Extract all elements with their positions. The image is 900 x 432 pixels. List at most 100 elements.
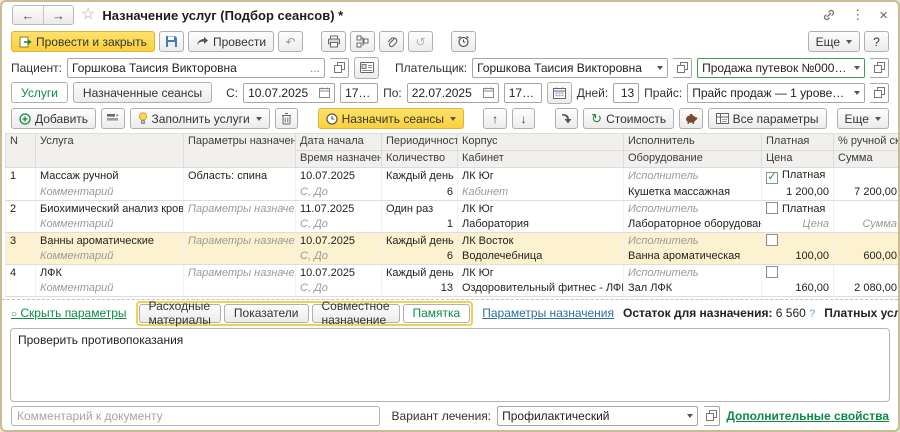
cell-corpus[interactable]: ЛК Юг: [458, 265, 624, 281]
cell-params[interactable]: Параметры назначения: [184, 233, 296, 249]
cell-paid[interactable]: [762, 233, 834, 249]
payer-input[interactable]: Горшкова Таисия Викторовна: [472, 58, 668, 78]
variant-open-button[interactable]: [704, 406, 721, 426]
delete-row-button[interactable]: [275, 108, 299, 129]
paid-checkbox[interactable]: [766, 202, 778, 214]
remainder-help-icon[interactable]: ?: [809, 308, 815, 320]
toolbar-more-button[interactable]: Еще: [808, 31, 860, 52]
cell-n[interactable]: 1: [6, 168, 36, 185]
post-button[interactable]: Провести: [188, 31, 274, 52]
assignment-params-link[interactable]: Параметры назначения: [482, 306, 614, 320]
cell-corpus[interactable]: ЛК Юг: [458, 168, 624, 185]
paid-checkbox[interactable]: [766, 234, 778, 246]
cell-params[interactable]: Параметры назначения: [184, 265, 296, 281]
cell-paid[interactable]: [762, 265, 834, 281]
col-header-executor[interactable]: Исполнитель: [624, 134, 762, 151]
post-and-close-button[interactable]: Провести и закрыть: [11, 31, 155, 52]
choose-ellipsis-icon[interactable]: ...: [310, 61, 320, 75]
cell-period[interactable]: Каждый день: [382, 233, 458, 249]
cell-executor[interactable]: Исполнитель: [624, 265, 762, 281]
history-button[interactable]: ↺: [408, 31, 433, 52]
cell-discount[interactable]: [834, 233, 900, 249]
copy-row-button[interactable]: [101, 108, 125, 129]
cell-comment[interactable]: Комментарий: [36, 249, 184, 265]
sale-doc-open-button[interactable]: [870, 58, 889, 78]
cell-time[interactable]: С, До: [296, 281, 382, 297]
menu-kebab-button[interactable]: ⋮: [851, 7, 864, 23]
payer-open-button[interactable]: [673, 58, 692, 78]
col-header-cabinet[interactable]: Кабинет: [458, 151, 624, 168]
cell-sum[interactable]: 600,00: [834, 249, 900, 265]
undo-button[interactable]: ↶: [278, 31, 303, 52]
price-list-input[interactable]: Прайс продаж — 1 уровень (RUB): [687, 83, 865, 103]
document-comment-input[interactable]: [11, 406, 380, 426]
cell-price[interactable]: 100,00: [762, 249, 834, 265]
help-button[interactable]: ?: [864, 31, 889, 52]
col-header-params[interactable]: Параметры назначения: [184, 134, 296, 168]
cell-equipment[interactable]: Лабораторное оборудование: [624, 217, 762, 233]
cell-params[interactable]: Область: спина: [184, 168, 296, 185]
col-header-corpus[interactable]: Корпус: [458, 134, 624, 151]
patient-open-button[interactable]: [330, 58, 349, 78]
treatment-variant-input[interactable]: Профилактический: [497, 406, 698, 426]
cell-cabinet[interactable]: Водолечебница: [458, 249, 624, 265]
cell-service[interactable]: Биохимический анализ крови: [36, 201, 184, 217]
save-button[interactable]: [159, 31, 184, 52]
cell-time[interactable]: С, До: [296, 185, 382, 201]
date-from-input[interactable]: 10.07.2025: [243, 83, 335, 103]
cell-cabinet[interactable]: Оздоровительный фитнес - ЛФК: [458, 281, 624, 297]
period-picker-button[interactable]: [547, 82, 572, 104]
cell-n[interactable]: 3: [6, 233, 36, 249]
cell-date[interactable]: 10.07.2025: [296, 233, 382, 249]
price-open-button[interactable]: [870, 83, 889, 103]
patient-input[interactable]: Горшкова Таисия Викторовна ...: [67, 58, 325, 78]
move-down-button[interactable]: ↓: [512, 108, 536, 129]
reminder-button[interactable]: [451, 31, 476, 52]
import-button[interactable]: [555, 108, 579, 129]
fill-services-button[interactable]: Заполнить услуги: [130, 108, 270, 129]
cell-equipment[interactable]: Зал ЛФК: [624, 281, 762, 297]
col-header-sum[interactable]: Сумма: [834, 151, 900, 168]
tab-assigned-sessions[interactable]: Назначенные сеансы: [73, 82, 212, 103]
cell-service[interactable]: Массаж ручной: [36, 168, 184, 185]
cell-comment[interactable]: Комментарий: [36, 217, 184, 233]
close-button[interactable]: ×: [879, 7, 888, 24]
cell-sum[interactable]: 7 200,00: [834, 185, 900, 201]
col-header-period[interactable]: Периодичность: [382, 134, 458, 151]
variant-dropdown-icon[interactable]: [687, 414, 693, 418]
favorite-star-icon[interactable]: ☆: [81, 7, 95, 23]
col-header-equipment[interactable]: Оборудование: [624, 151, 762, 168]
cell-period[interactable]: Каждый день: [382, 168, 458, 185]
tab-joint-assignment[interactable]: Совместное назначение: [312, 304, 400, 323]
cell-discount[interactable]: [834, 168, 900, 185]
attach-file-button[interactable]: [379, 31, 404, 52]
tab-services[interactable]: Услуги: [11, 82, 68, 103]
paid-checkbox[interactable]: ✓: [766, 172, 778, 184]
related-documents-button[interactable]: [350, 31, 375, 52]
add-row-button[interactable]: Добавить: [11, 108, 96, 129]
col-header-paid[interactable]: Платная: [762, 134, 834, 151]
cell-price[interactable]: Цена: [762, 217, 834, 233]
cell-discount[interactable]: [834, 201, 900, 217]
grid-more-button[interactable]: Еще: [837, 108, 889, 129]
cell-date[interactable]: 11.07.2025: [296, 201, 382, 217]
cell-executor[interactable]: Исполнитель: [624, 233, 762, 249]
forward-button[interactable]: →: [43, 6, 73, 24]
cell-date[interactable]: 10.07.2025: [296, 168, 382, 185]
cell-qty[interactable]: 6: [382, 249, 458, 265]
cell-cabinet[interactable]: Лаборатория: [458, 217, 624, 233]
time-to-input[interactable]: 17:00: [504, 83, 542, 103]
cell-cabinet[interactable]: Кабинет: [458, 185, 624, 201]
cell-service-active[interactable]: Ванны ароматические: [36, 233, 184, 249]
tab-indicators[interactable]: Показатели: [224, 304, 309, 323]
sale-doc-dropdown-icon[interactable]: [854, 66, 860, 70]
col-header-n[interactable]: N: [6, 134, 36, 168]
days-input[interactable]: 13: [613, 83, 639, 103]
assign-sessions-button[interactable]: Назначить сеансы: [318, 108, 464, 129]
cell-sum[interactable]: Сумма: [834, 217, 900, 233]
print-button[interactable]: [321, 31, 346, 52]
col-header-price[interactable]: Цена: [762, 151, 834, 168]
cell-qty[interactable]: 6: [382, 185, 458, 201]
cell-n[interactable]: 2: [6, 201, 36, 217]
cell-date[interactable]: 10.07.2025: [296, 265, 382, 281]
